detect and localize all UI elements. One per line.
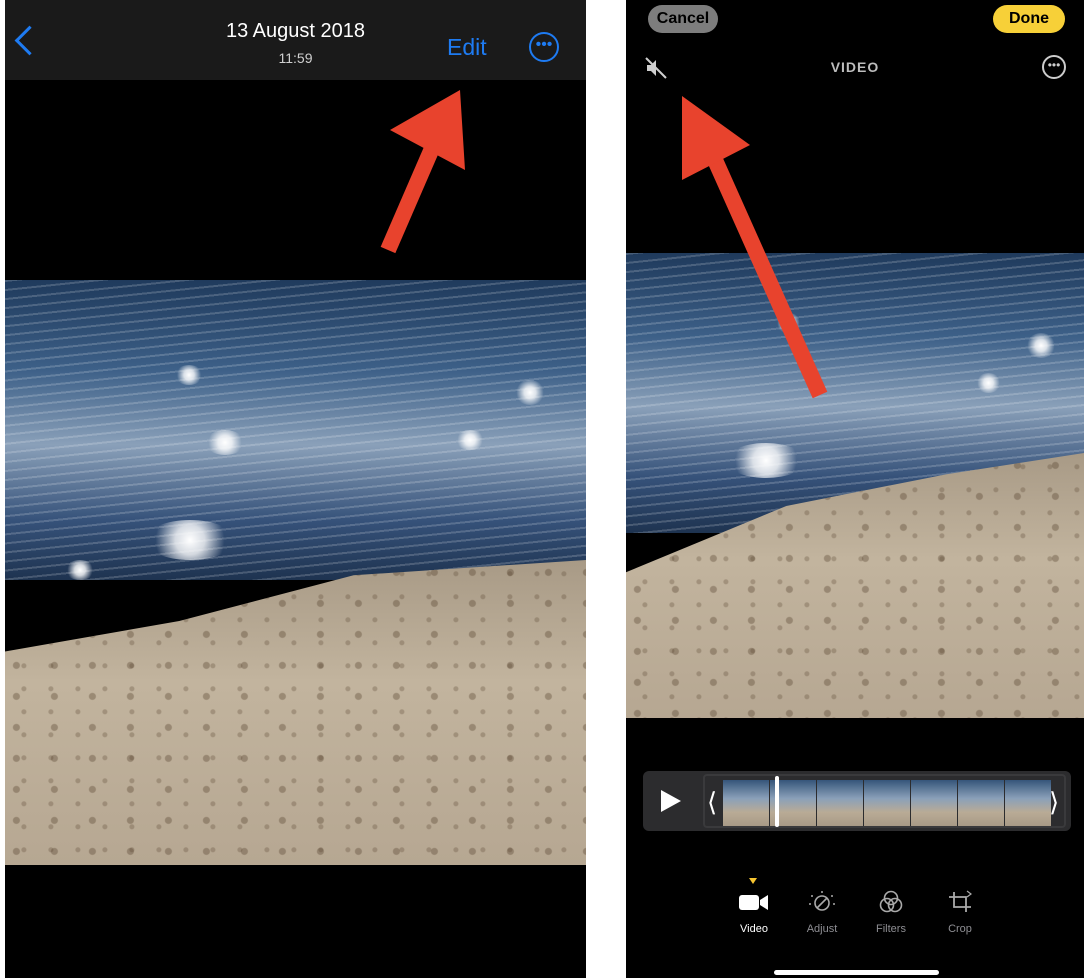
active-tool-indicator [749,878,757,884]
arrow-to-edit-annotation [380,90,465,254]
tool-video[interactable]: Video [724,890,784,935]
more-options-icon[interactable]: ••• [1042,55,1066,79]
tool-filters-label: Filters [876,923,906,935]
video-trim-timeline[interactable]: ⟨ ⟩ [643,771,1071,831]
edit-button[interactable]: Edit [447,34,487,61]
photos-viewer-screen: 13 August 2018 11:59 Edit ••• [5,0,586,978]
photo-date: 13 August 2018 [225,20,365,42]
video-camera-icon [739,895,768,910]
frame-strip[interactable]: ⟨ ⟩ [703,774,1066,828]
crop-icon [949,890,972,912]
tool-adjust[interactable]: Adjust [792,890,852,935]
adjust-dial-icon [809,891,835,911]
trim-start-handle[interactable]: ⟨ [707,789,717,815]
tool-filters[interactable]: Filters [861,890,921,935]
arrow-to-mute-annotation [682,96,828,399]
mode-title: VIDEO [830,59,880,75]
tool-adjust-label: Adjust [806,923,838,935]
trim-end-handle[interactable]: ⟩ [1049,789,1059,815]
cancel-button[interactable]: Cancel [648,5,718,33]
home-indicator [774,970,939,975]
tool-video-label: Video [740,923,768,935]
play-icon[interactable] [661,790,681,812]
done-button[interactable]: Done [993,5,1065,33]
viewer-header: 13 August 2018 11:59 Edit ••• [5,0,586,80]
photo-time: 11:59 [278,50,313,66]
more-options-icon[interactable]: ••• [529,32,559,62]
tool-crop[interactable]: Crop [930,890,990,935]
playhead[interactable] [775,776,780,827]
filters-circles-icon [879,890,903,913]
tool-crop-label: Crop [948,923,972,935]
beach-video-frame[interactable] [5,280,586,865]
